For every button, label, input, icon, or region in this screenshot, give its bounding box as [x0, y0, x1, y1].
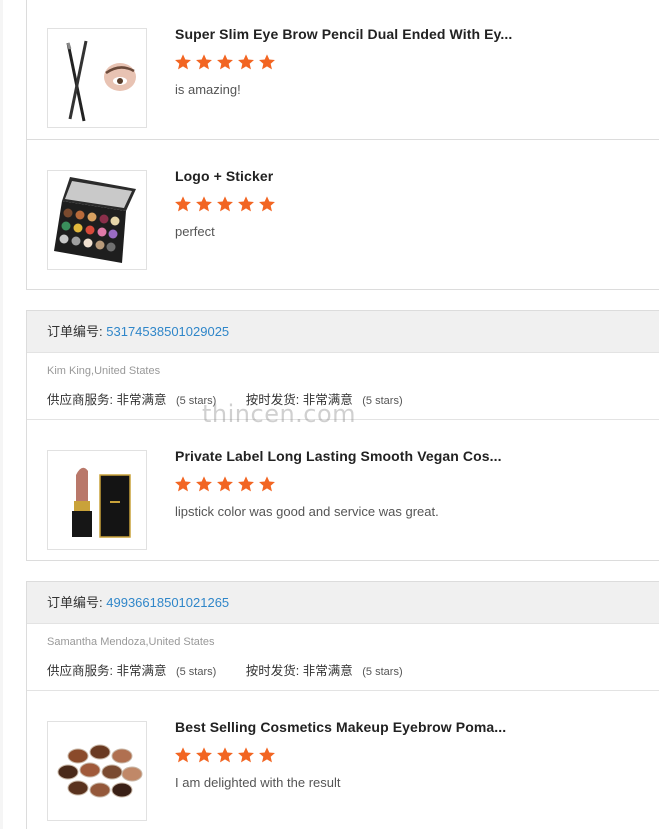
star-icon: [238, 196, 254, 212]
product-thumbnail-eyebrow-pomade[interactable]: [47, 721, 147, 821]
order-review-card: 订单编号: 53174538501029025 Kim King,United …: [26, 310, 659, 561]
order-number-label: 订单编号:: [47, 324, 103, 339]
star-icon: [217, 196, 233, 212]
product-title-link[interactable]: Private Label Long Lasting Smooth Vegan …: [175, 448, 502, 464]
buyer-info: Kim King,United States 供应商服务: 非常满意 (5 st…: [27, 353, 659, 420]
product-title-link[interactable]: Super Slim Eye Brow Pencil Dual Ended Wi…: [175, 26, 512, 42]
service-ratings: 供应商服务: 非常满意 (5 stars) 按时发货: 非常满意 (5 star…: [47, 660, 403, 679]
product-thumbnail-lipstick[interactable]: [47, 450, 147, 550]
supplier-service-value: 非常满意: [116, 664, 167, 678]
review-item: Logo + Sticker perfect: [27, 139, 659, 280]
on-time-shipping-value: 非常满意: [302, 664, 353, 678]
supplier-service-stars: (5 stars): [175, 666, 217, 678]
supplier-service-label: 供应商服务:: [47, 664, 113, 678]
supplier-service-stars: (5 stars): [175, 395, 217, 407]
order-header: 订单编号: 53174538501029025: [27, 311, 659, 353]
buyer-name: Kim King,United States: [47, 365, 161, 377]
on-time-shipping-label: 按时发货:: [245, 393, 300, 407]
service-ratings: 供应商服务: 非常满意 (5 stars) 按时发货: 非常满意 (5 star…: [47, 389, 403, 408]
star-icon: [217, 747, 233, 763]
star-icon: [196, 476, 212, 492]
product-thumbnail-eyeshadow-palette[interactable]: [47, 170, 147, 270]
review-comment: is amazing!: [175, 82, 241, 97]
review-item: Super Slim Eye Brow Pencil Dual Ended Wi…: [27, 0, 659, 139]
star-icon: [175, 747, 191, 763]
on-time-shipping-stars: (5 stars): [362, 395, 403, 407]
on-time-shipping-stars: (5 stars): [362, 666, 403, 678]
star-rating: [174, 53, 276, 71]
review-card-top: Super Slim Eye Brow Pencil Dual Ended Wi…: [26, 0, 659, 290]
supplier-service-value: 非常满意: [116, 393, 167, 407]
product-title-link[interactable]: Best Selling Cosmetics Makeup Eyebrow Po…: [175, 719, 506, 735]
star-icon: [196, 196, 212, 212]
star-icon: [259, 54, 275, 70]
star-icon: [175, 476, 191, 492]
review-comment: perfect: [175, 224, 215, 239]
on-time-shipping-value: 非常满意: [302, 393, 353, 407]
star-icon: [259, 476, 275, 492]
star-icon: [238, 747, 254, 763]
star-icon: [196, 747, 212, 763]
on-time-shipping-label: 按时发货:: [245, 664, 300, 678]
order-header: 订单编号: 49936618501021265: [27, 582, 659, 624]
review-comment: I am delighted with the result: [175, 775, 341, 790]
star-rating: [174, 746, 276, 764]
star-icon: [175, 54, 191, 70]
page-left-edge: [0, 0, 3, 829]
star-icon: [196, 54, 212, 70]
order-number-label: 订单编号:: [47, 595, 103, 610]
star-rating: [174, 195, 276, 213]
review-item: Best Selling Cosmetics Makeup Eyebrow Po…: [27, 691, 659, 829]
product-title-link[interactable]: Logo + Sticker: [175, 168, 273, 184]
review-comment: lipstick color was good and service was …: [175, 504, 439, 519]
order-review-card: 订单编号: 49936618501021265 Samantha Mendoza…: [26, 581, 659, 829]
star-icon: [238, 476, 254, 492]
order-number-link[interactable]: 53174538501029025: [106, 324, 229, 339]
star-rating: [174, 475, 276, 493]
buyer-info: Samantha Mendoza,United States 供应商服务: 非常…: [27, 624, 659, 691]
order-number-link[interactable]: 49936618501021265: [106, 595, 229, 610]
review-item: Private Label Long Lasting Smooth Vegan …: [27, 420, 659, 561]
star-icon: [217, 54, 233, 70]
star-icon: [259, 747, 275, 763]
product-thumbnail-eyebrow-pencil[interactable]: [47, 28, 147, 128]
buyer-name: Samantha Mendoza,United States: [47, 636, 215, 648]
supplier-service-label: 供应商服务:: [47, 393, 113, 407]
star-icon: [217, 476, 233, 492]
star-icon: [259, 196, 275, 212]
star-icon: [175, 196, 191, 212]
star-icon: [238, 54, 254, 70]
